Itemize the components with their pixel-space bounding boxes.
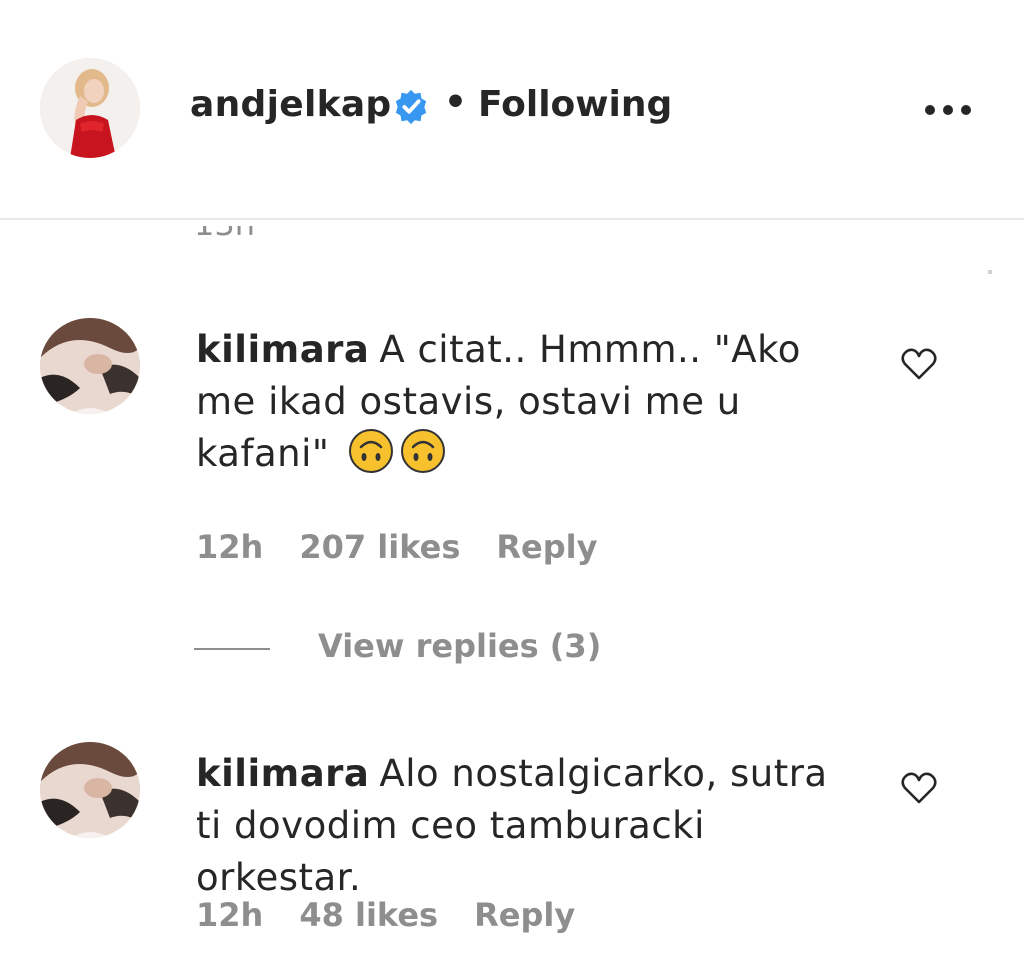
comment-username[interactable]: kilimara xyxy=(196,752,369,795)
more-options-icon[interactable] xyxy=(920,96,976,124)
verified-badge-icon xyxy=(395,89,427,125)
upside-down-face-emoji-icon xyxy=(400,429,445,473)
comment-likes[interactable]: 207 likes xyxy=(299,528,460,566)
replies-divider xyxy=(194,648,270,650)
upside-down-face-emoji-icon xyxy=(348,429,393,473)
like-heart-icon[interactable] xyxy=(900,771,938,805)
comment-meta-row: 12h 48 likes Reply xyxy=(196,896,611,934)
reply-button[interactable]: Reply xyxy=(474,896,575,934)
post-comments-panel: andjelkap • Following 13h kilimaraA cita… xyxy=(0,0,1024,957)
comment-likes[interactable]: 48 likes xyxy=(299,896,438,934)
commenter-avatar-photo xyxy=(40,742,140,838)
comment-body: kilimara Alo nostalgicarko, sutra ti dovo… xyxy=(196,748,836,904)
scrollbar-thumb[interactable] xyxy=(988,270,992,274)
header-separator: • xyxy=(444,82,468,123)
comment-meta-row: 12h 207 likes Reply xyxy=(196,528,633,566)
previous-comment-timestamp: 13h xyxy=(194,226,255,246)
commenter-avatar-photo xyxy=(40,318,140,414)
following-button[interactable]: Following xyxy=(478,84,672,125)
comment-username[interactable]: kilimara xyxy=(196,328,369,371)
comment-body: kilimara A citat.. Hmmm.. "Ako me ikad os… xyxy=(196,324,836,480)
profile-avatar[interactable] xyxy=(40,58,140,158)
comment-time: 12h xyxy=(196,528,264,566)
header-username[interactable]: andjelkap xyxy=(190,84,392,125)
like-heart-icon[interactable] xyxy=(900,347,938,381)
view-replies-button[interactable]: View replies (3) xyxy=(318,627,601,665)
post-header: andjelkap • Following xyxy=(0,0,1024,220)
commenter-avatar[interactable] xyxy=(40,742,140,838)
commenter-avatar[interactable] xyxy=(40,318,140,414)
reply-button[interactable]: Reply xyxy=(496,528,597,566)
avatar-photo xyxy=(40,58,140,158)
comment-time: 12h xyxy=(196,896,264,934)
